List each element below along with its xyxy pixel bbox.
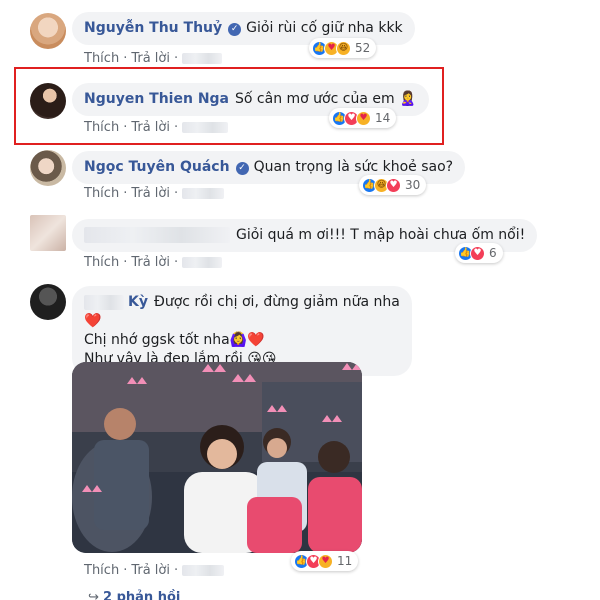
reply-arrow-icon: ↪ [88, 590, 104, 600]
like-link[interactable]: Thích [84, 51, 119, 66]
reply-link[interactable]: Trả lời [131, 255, 170, 270]
like-link[interactable]: Thích [84, 120, 119, 135]
reaction-count: 30 [405, 178, 421, 192]
author-name-blurred [84, 227, 230, 243]
reaction-summary[interactable]: 👍 ♥ ♥ 11 [291, 551, 359, 571]
heart-icon: ♥ [470, 245, 485, 261]
verified-check-icon: ✓ [235, 162, 249, 175]
verified-check-icon: ✓ [228, 23, 242, 36]
care-hug-icon: ♥ [318, 553, 333, 569]
comment-text: Giỏi rùi cố giữ nha kkk [246, 20, 403, 36]
avatar[interactable] [30, 284, 66, 320]
attached-photo[interactable] [72, 362, 362, 553]
avatar[interactable] [30, 13, 66, 49]
view-replies-label[interactable]: 2 phản hồi [103, 590, 180, 600]
comment-actions: Thích · Trả lời · [84, 255, 223, 270]
avatar[interactable] [30, 150, 66, 186]
comment-actions: Thích · Trả lời · [84, 120, 229, 135]
like-link[interactable]: Thích [84, 563, 119, 578]
timestamp-blurred [182, 565, 225, 576]
comment-author[interactable]: Kỳ [128, 294, 148, 310]
care-hug-icon: ♥ [356, 110, 371, 126]
like-link[interactable]: Thích [84, 255, 119, 270]
reply-link[interactable]: Trả lời [131, 120, 170, 135]
timestamp-blurred [182, 122, 229, 133]
comment-actions: Thích · Trả lời · [84, 186, 225, 201]
avatar-blurred[interactable] [30, 215, 66, 251]
reaction-count: 52 [355, 41, 371, 55]
comment-author[interactable]: Ngọc Tuyên Quách [84, 159, 230, 175]
reply-link[interactable]: Trả lời [131, 51, 170, 66]
timestamp-blurred [182, 53, 223, 64]
timestamp-blurred [182, 257, 223, 268]
comment-actions: Thích · Trả lời · [84, 563, 225, 578]
reaction-count: 11 [337, 554, 353, 568]
comment-actions: Thích · Trả lời · [84, 51, 223, 66]
comment-text: Số cân mơ ước của em 🙎‍♀️ [235, 91, 417, 107]
reaction-summary[interactable]: 👍 ♥ 😆 52 [309, 38, 377, 58]
reaction-count: 14 [375, 111, 391, 125]
reply-link[interactable]: Trả lời [131, 563, 170, 578]
comment-text-line-2: Chị nhớ ggsk tốt nha🙆‍♀️❤️ [84, 332, 265, 348]
reaction-summary[interactable]: 👍 ♥ 6 [455, 243, 503, 263]
reaction-count: 6 [489, 246, 497, 260]
photo-image [72, 362, 362, 553]
view-replies-link[interactable]: ↪ 2 phản hồi [88, 590, 180, 600]
reaction-summary[interactable]: 👍 ♥ ♥ 14 [329, 108, 397, 128]
heart-icon: ♥ [386, 177, 401, 193]
like-link[interactable]: Thích [84, 186, 119, 201]
comment-author[interactable]: Nguyễn Thu Thuỷ [84, 20, 222, 36]
laughing-face-icon: 😆 [336, 40, 351, 56]
reaction-summary[interactable]: 👍 😆 ♥ 30 [359, 175, 427, 195]
author-name-blurred [84, 294, 124, 310]
avatar[interactable] [30, 83, 66, 119]
timestamp-blurred [182, 188, 225, 199]
reply-link[interactable]: Trả lời [131, 186, 170, 201]
comment-text: Quan trọng là sức khoẻ sao? [253, 159, 454, 175]
comment-author[interactable]: Nguyen Thien Nga [84, 91, 229, 107]
comment-text: Giỏi quá m ơi!!! T mập hoài chưa ốm nổi! [236, 227, 526, 243]
